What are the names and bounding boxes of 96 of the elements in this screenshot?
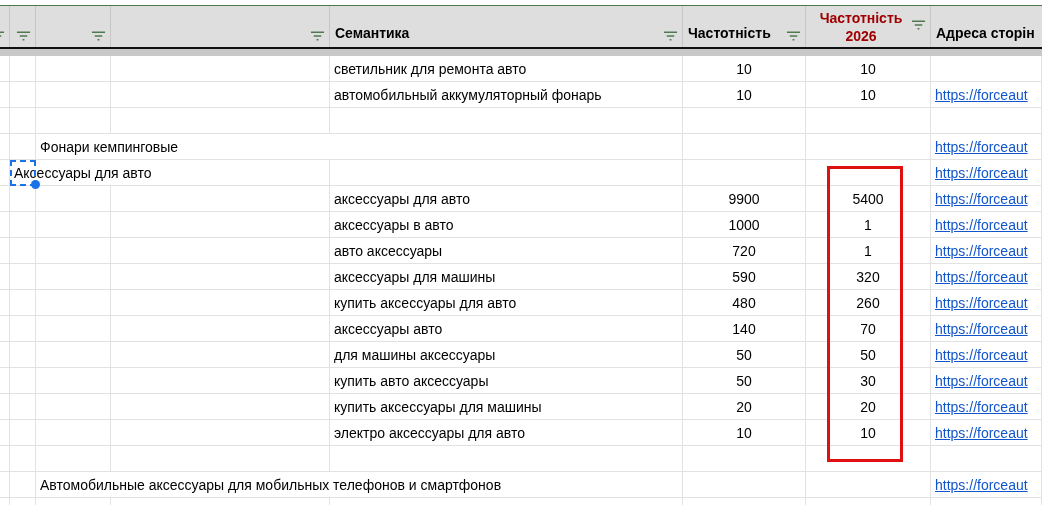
url-link[interactable]: https://forceaut (935, 294, 1028, 311)
empty-cell[interactable] (10, 472, 36, 498)
empty-cell (0, 290, 10, 316)
filter-icon[interactable] (786, 31, 801, 41)
frequency-2026-cell: 10 (806, 82, 931, 108)
empty-cell (0, 186, 10, 212)
filter-icon[interactable] (91, 31, 106, 41)
frequency-cell: 10 (683, 82, 806, 108)
frequency-cell: 50 (683, 368, 806, 394)
url-link[interactable]: https://forceaut (935, 346, 1028, 363)
empty-cell[interactable] (10, 290, 36, 316)
frequency-cell: 10 (683, 420, 806, 446)
empty-cell[interactable] (10, 134, 36, 160)
empty-cell[interactable] (10, 56, 36, 82)
frequency-2026-cell: 1 (806, 238, 931, 264)
frequency-2026-cell: 70 (806, 316, 931, 342)
empty-cell (0, 446, 10, 472)
url-link[interactable]: https://forceaut (935, 86, 1028, 103)
frequency-2026-cell: 50 (806, 342, 931, 368)
empty-cell[interactable] (10, 212, 36, 238)
url-link[interactable]: https://forceaut (935, 320, 1028, 337)
frequency-cell: 10 (683, 56, 806, 82)
empty-cell[interactable] (10, 368, 36, 394)
frequency-cell: 50 (683, 342, 806, 368)
empty-cell (0, 160, 10, 186)
url-link[interactable]: https://forceaut (935, 476, 1028, 493)
column-header: Частотність (688, 25, 771, 41)
group-cell: Фонари кемпинговые (36, 134, 683, 160)
url-link[interactable]: https://forceaut (935, 216, 1028, 233)
keyword-cell: автомобильный аккумуляторный фонарь (330, 82, 683, 108)
frequency-2026-cell: 1 (806, 212, 931, 238)
url-link[interactable]: https://forceaut (935, 268, 1028, 285)
keyword-cell: купить авто аксессуары (330, 368, 683, 394)
empty-cell[interactable] (10, 446, 36, 472)
frequency-2026-cell: 20 (806, 394, 931, 420)
column-header: Семантика (335, 25, 410, 41)
empty-cell (0, 420, 10, 446)
keyword-cell: купить аксессуары для авто (330, 290, 683, 316)
keyword-cell: аксессуары для машины (330, 264, 683, 290)
empty-cell (0, 212, 10, 238)
keyword-cell: авто аксессуары (330, 238, 683, 264)
empty-cell[interactable] (10, 264, 36, 290)
empty-cell (0, 82, 10, 108)
empty-cell (0, 472, 10, 498)
filter-icon[interactable] (663, 31, 678, 41)
url-link[interactable]: https://forceaut (935, 242, 1028, 259)
frequency-cell: 9900 (683, 186, 806, 212)
filter-icon[interactable] (16, 31, 31, 41)
empty-cell[interactable] (10, 108, 36, 134)
frequency-cell: 1000 (683, 212, 806, 238)
url-link[interactable]: https://forceaut (935, 424, 1028, 441)
keyword-cell: аксессуары авто (330, 316, 683, 342)
empty-cell (0, 134, 10, 160)
empty-cell (0, 108, 10, 134)
empty-cell (0, 56, 10, 82)
frequency-2026-cell: 320 (806, 264, 931, 290)
empty-cell (0, 342, 10, 368)
frequency-cell: 20 (683, 394, 806, 420)
group-cell: Автомобильные аксессуары для мобильных телефонов и смартфонов (36, 472, 683, 498)
empty-cell (0, 264, 10, 290)
frequency-cell: 720 (683, 238, 806, 264)
frequency-2026-cell: 10 (806, 420, 931, 446)
url-link[interactable]: https://forceaut (935, 190, 1028, 207)
empty-cell (0, 368, 10, 394)
empty-cell (0, 238, 10, 264)
keyword-cell: аксессуары в авто (330, 212, 683, 238)
frequency-2026-cell: 10 (806, 56, 931, 82)
empty-cell (0, 394, 10, 420)
keyword-cell: для машины аксессуары (330, 342, 683, 368)
empty-cell[interactable] (10, 186, 36, 212)
url-link[interactable]: https://forceaut (935, 164, 1028, 181)
frequency-2026-cell: 30 (806, 368, 931, 394)
filter-icon[interactable] (310, 31, 325, 41)
keyword-cell: светильник для ремонта авто (330, 56, 683, 82)
category-cell[interactable]: Аксессуары для авто (10, 160, 330, 186)
url-link[interactable]: https://forceaut (935, 138, 1028, 155)
empty-cell[interactable] (10, 238, 36, 264)
frequency-cell: 480 (683, 290, 806, 316)
keyword-cell: электро аксессуары для авто (330, 420, 683, 446)
empty-cell[interactable] (10, 342, 36, 368)
filter-icon[interactable] (911, 20, 926, 30)
column-header: Частотність 2026 (818, 8, 904, 45)
keyword-cell: купить аксессуары для машины (330, 394, 683, 420)
url-link[interactable]: https://forceaut (935, 398, 1028, 415)
empty-cell[interactable] (10, 316, 36, 342)
frequency-cell: 140 (683, 316, 806, 342)
frequency-cell: 590 (683, 264, 806, 290)
frequency-2026-cell: 260 (806, 290, 931, 316)
empty-cell[interactable] (10, 82, 36, 108)
empty-cell[interactable] (10, 394, 36, 420)
frequency-2026-cell: 5400 (806, 186, 931, 212)
empty-cell[interactable] (10, 420, 36, 446)
column-header: Адреса сторін (936, 25, 1035, 41)
url-link[interactable]: https://forceaut (935, 372, 1028, 389)
empty-cell (0, 316, 10, 342)
keyword-cell: аксессуары для авто (330, 186, 683, 212)
